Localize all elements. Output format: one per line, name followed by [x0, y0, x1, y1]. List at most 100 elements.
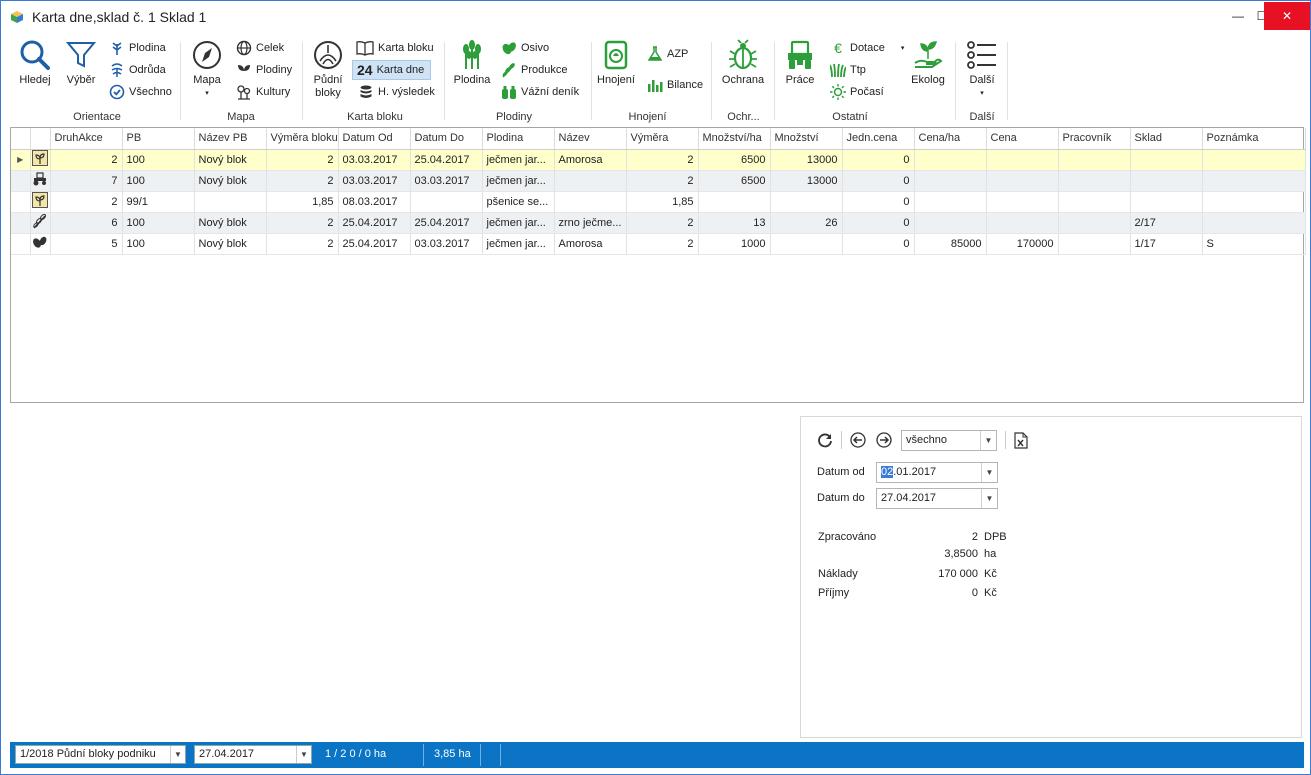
arrow-left-circle-icon[interactable] [850, 432, 866, 448]
table-cell[interactable] [986, 191, 1059, 213]
table-cell[interactable]: 03.03.2017 [410, 233, 483, 255]
osivo-button[interactable]: Osivo [501, 38, 549, 58]
column-header[interactable]: Množství/ha [698, 128, 771, 150]
table-cell[interactable]: 0 [842, 149, 915, 171]
pocasi-button[interactable]: Počasí [830, 82, 884, 102]
plodiny-map-button[interactable]: Plodiny [236, 60, 292, 80]
table-row[interactable]: 2 99/1 1,85 08.03.2017 pšenice se... 1,85 0 [11, 191, 1306, 213]
table-cell[interactable]: Nový blok [194, 149, 267, 171]
table-cell[interactable] [1130, 191, 1203, 213]
table-cell[interactable] [914, 191, 987, 213]
table-cell[interactable]: 1,85 [626, 191, 699, 213]
table-cell[interactable] [554, 191, 627, 213]
table-cell[interactable]: Nový blok [194, 233, 267, 255]
table-cell[interactable]: 100 [122, 212, 195, 234]
table-cell[interactable]: 0 [842, 212, 915, 234]
table-cell[interactable]: 2 [266, 212, 339, 234]
table-cell[interactable]: ječmen jar... [482, 233, 555, 255]
block-select[interactable]: 1/2018 Půdní bloky podniku ▼ [15, 745, 186, 764]
table-cell[interactable]: 1000 [698, 233, 771, 255]
table-cell[interactable]: Nový blok [194, 170, 267, 192]
table-cell[interactable] [914, 149, 987, 171]
table-cell[interactable]: 13000 [770, 149, 843, 171]
table-cell[interactable]: 2 [50, 149, 123, 171]
arrow-right-circle-icon[interactable] [876, 432, 892, 448]
table-cell[interactable]: 6 [50, 212, 123, 234]
prace-button[interactable]: Práce [780, 39, 820, 87]
h-vysledek-button[interactable]: H. výsledek [358, 82, 435, 102]
table-cell[interactable]: pšenice se... [482, 191, 555, 213]
ekolog-button[interactable]: Ekolog [908, 39, 948, 87]
column-header[interactable]: Výměra bloku [266, 128, 339, 150]
column-header[interactable]: Název PB [194, 128, 267, 150]
table-cell[interactable] [554, 170, 627, 192]
table-cell[interactable] [986, 212, 1059, 234]
table-cell[interactable] [1130, 149, 1203, 171]
table-cell[interactable]: 2 [626, 149, 699, 171]
mapa-button[interactable]: Mapa ▾ [187, 39, 227, 100]
ochrana-button[interactable]: Ochrana [719, 39, 767, 87]
column-header[interactable]: Jedn.cena [842, 128, 915, 150]
table-cell[interactable]: 2 [626, 212, 699, 234]
table-cell[interactable]: 6500 [698, 149, 771, 171]
table-cell[interactable]: Amorosa [554, 233, 627, 255]
vazni-denik-button[interactable]: Vážní deník [501, 82, 579, 102]
table-cell[interactable]: 03.03.2017 [338, 149, 411, 171]
pudni-bloky-button[interactable]: Půdní bloky [308, 39, 348, 100]
table-cell[interactable] [1058, 149, 1131, 171]
refresh-icon[interactable] [817, 432, 833, 448]
table-cell[interactable]: 2 [626, 170, 699, 192]
column-header[interactable]: Sklad [1130, 128, 1203, 150]
table-cell[interactable]: 2 [266, 233, 339, 255]
column-header[interactable]: Množství [770, 128, 843, 150]
table-cell[interactable]: ječmen jar... [482, 149, 555, 171]
table-cell[interactable]: 25.04.2017 [410, 149, 483, 171]
table-cell[interactable]: 100 [122, 170, 195, 192]
table-row[interactable]: 7 100 Nový blok 2 03.03.2017 03.03.2017 ječmen… [11, 170, 1306, 192]
table-cell[interactable] [698, 191, 771, 213]
close-button[interactable]: ✕ [1264, 2, 1310, 30]
odruda-filter-button[interactable]: Odrůda [109, 60, 166, 80]
table-cell[interactable] [1202, 212, 1306, 234]
table-cell[interactable]: 5 [50, 233, 123, 255]
column-header[interactable]: Cena [986, 128, 1059, 150]
table-cell[interactable]: Amorosa [554, 149, 627, 171]
column-header[interactable]: DruhAkce [50, 128, 123, 150]
table-cell[interactable]: 13 [698, 212, 771, 234]
datum-od-input[interactable]: 02.01.2017 ▼ [876, 462, 998, 483]
table-cell[interactable] [986, 149, 1059, 171]
vsechno-filter-button[interactable]: Všechno [109, 82, 172, 102]
celek-button[interactable]: Celek [236, 38, 284, 58]
table-cell[interactable]: Nový blok [194, 212, 267, 234]
table-cell[interactable]: 2 [266, 170, 339, 192]
table-cell[interactable]: 100 [122, 233, 195, 255]
column-header[interactable]: Poznámka [1202, 128, 1306, 150]
records-grid[interactable]: DruhAkce PB Název PB Výměra bloku Datum Od Da… [10, 127, 1306, 403]
produkce-button[interactable]: Produkce [501, 60, 567, 80]
table-row[interactable]: ▶ 2 100 Nový blok 2 03.03.2017 25.04.2017 ječme… [11, 149, 1306, 171]
table-cell[interactable]: 85000 [914, 233, 987, 255]
table-cell[interactable] [770, 233, 843, 255]
table-cell[interactable]: 2/17 [1130, 212, 1203, 234]
table-cell[interactable]: 6500 [698, 170, 771, 192]
hledej-button[interactable]: Hledej [14, 39, 56, 87]
table-cell[interactable]: 03.03.2017 [338, 170, 411, 192]
table-cell[interactable]: 2 [266, 149, 339, 171]
table-cell[interactable] [1130, 170, 1203, 192]
table-cell[interactable] [1202, 170, 1306, 192]
table-cell[interactable]: zrno ječme... [554, 212, 627, 234]
table-cell[interactable] [986, 170, 1059, 192]
karta-bloku-button[interactable]: Karta bloku [356, 38, 434, 58]
table-cell[interactable]: ječmen jar... [482, 170, 555, 192]
table-cell[interactable]: 7 [50, 170, 123, 192]
ttp-button[interactable]: Ttp [830, 60, 866, 80]
table-cell[interactable]: 100 [122, 149, 195, 171]
table-cell[interactable] [1202, 191, 1306, 213]
column-header[interactable]: PB [122, 128, 195, 150]
bilance-button[interactable]: Bilance [647, 75, 703, 95]
table-cell[interactable]: 0 [842, 233, 915, 255]
karta-dne-button[interactable]: 24 Karta dne [352, 60, 432, 80]
table-cell[interactable]: 1,85 [266, 191, 339, 213]
table-cell[interactable]: 03.03.2017 [410, 170, 483, 192]
table-cell[interactable] [410, 191, 483, 213]
